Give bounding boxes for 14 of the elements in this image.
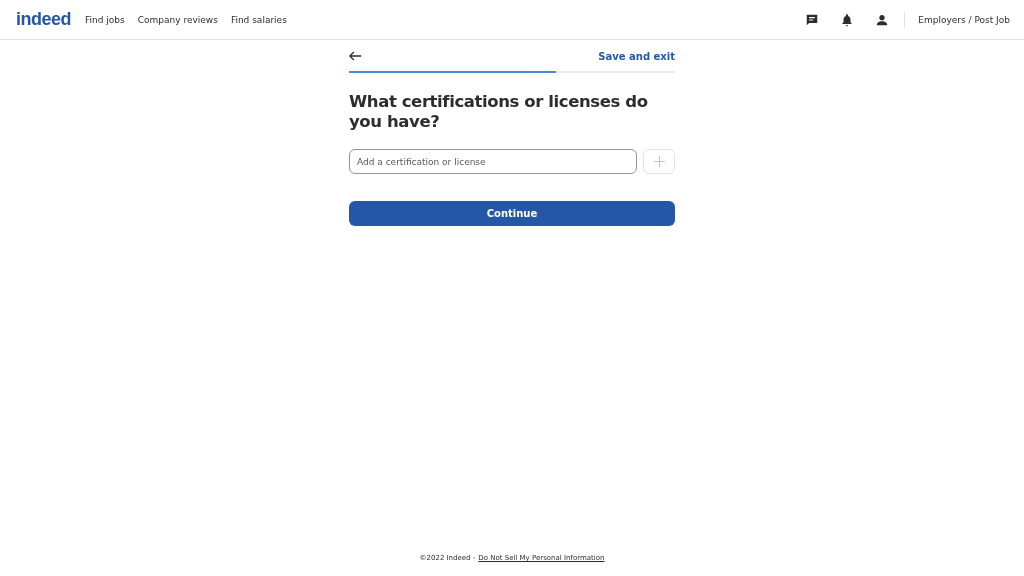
- nav-link[interactable]: Find salaries: [230, 14, 287, 25]
- certification-input-field[interactable]: Add a certification or license: [349, 149, 637, 174]
- back-arrow-icon[interactable]: [349, 51, 362, 61]
- employers-link[interactable]: Employers / Post Job: [918, 14, 1010, 25]
- indeed-logo[interactable]: indeed: [16, 9, 71, 30]
- nav-link[interactable]: Company reviews: [137, 14, 218, 25]
- plus-icon: [653, 156, 665, 167]
- save-and-exit-link[interactable]: Save and exit: [598, 50, 675, 62]
- continue-button[interactable]: Continue: [349, 201, 675, 226]
- person-icon[interactable]: [875, 12, 890, 27]
- question-heading: What certifications or licenses do you have?: [349, 92, 649, 132]
- nav-link[interactable]: Find jobs: [85, 14, 125, 25]
- bell-icon[interactable]: [840, 12, 855, 27]
- messages-icon[interactable]: [805, 12, 820, 27]
